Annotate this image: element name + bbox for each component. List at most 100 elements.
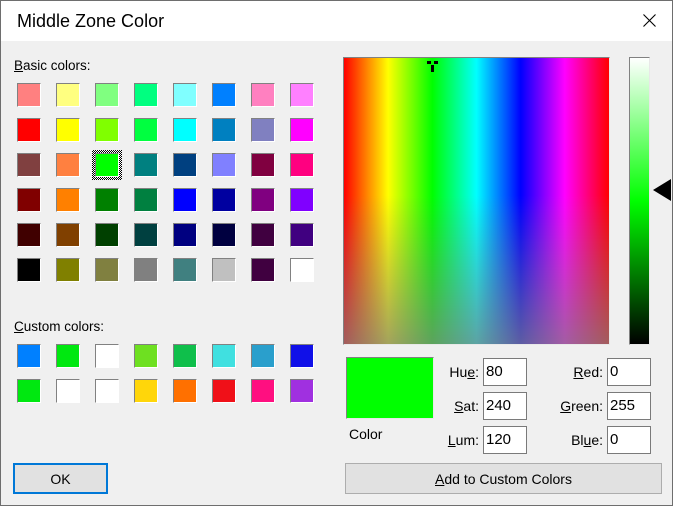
custom-colors-label-accel: C	[14, 319, 24, 334]
basic-color-swatch-2[interactable]	[92, 80, 122, 110]
green-input[interactable]: 255	[607, 392, 651, 420]
ok-button[interactable]: OK	[13, 463, 108, 494]
custom-color-swatch-7[interactable]	[287, 341, 317, 371]
hue-input[interactable]: 80	[483, 358, 527, 386]
basic-color-swatch-chip	[290, 188, 314, 212]
custom-colors-grid[interactable]	[14, 341, 317, 406]
basic-color-swatch-0[interactable]	[14, 80, 44, 110]
basic-color-swatch-36[interactable]	[170, 220, 200, 250]
custom-color-swatch-0[interactable]	[14, 341, 44, 371]
custom-color-swatch-2[interactable]	[92, 341, 122, 371]
basic-color-swatch-31[interactable]	[287, 185, 317, 215]
basic-color-swatch-10[interactable]	[92, 115, 122, 145]
basic-colors-grid[interactable]	[14, 80, 317, 285]
basic-color-swatch-chip	[251, 188, 275, 212]
custom-color-swatch-15[interactable]	[287, 376, 317, 406]
basic-color-swatch-chip	[17, 188, 41, 212]
basic-color-swatch-23[interactable]	[287, 150, 317, 180]
red-input[interactable]: 0	[607, 358, 651, 386]
basic-color-swatch-47[interactable]	[287, 255, 317, 285]
sat-input[interactable]: 240	[483, 392, 527, 420]
basic-color-swatch-3[interactable]	[131, 80, 161, 110]
basic-color-swatch-chip	[212, 118, 236, 142]
color-spectrum[interactable]	[343, 57, 610, 345]
basic-color-swatch-29[interactable]	[209, 185, 239, 215]
basic-color-swatch-40[interactable]	[14, 255, 44, 285]
custom-color-swatch-13[interactable]	[209, 376, 239, 406]
basic-color-swatch-21[interactable]	[209, 150, 239, 180]
custom-color-swatch-5[interactable]	[209, 341, 239, 371]
basic-color-swatch-8[interactable]	[14, 115, 44, 145]
basic-color-swatch-22[interactable]	[248, 150, 278, 180]
basic-color-swatch-7[interactable]	[287, 80, 317, 110]
custom-color-swatch-8[interactable]	[14, 376, 44, 406]
basic-color-swatch-chip	[251, 153, 275, 177]
basic-color-swatch-15[interactable]	[287, 115, 317, 145]
basic-color-swatch-chip	[17, 118, 41, 142]
basic-color-swatch-chip	[17, 258, 41, 282]
custom-color-swatch-6[interactable]	[248, 341, 278, 371]
basic-color-swatch-chip	[173, 153, 197, 177]
close-icon[interactable]	[626, 1, 672, 39]
basic-color-swatch-13[interactable]	[209, 115, 239, 145]
basic-color-swatch-33[interactable]	[53, 220, 83, 250]
custom-color-swatch-chip	[212, 379, 236, 403]
basic-color-swatch-35[interactable]	[131, 220, 161, 250]
basic-color-swatch-chip	[56, 83, 80, 107]
custom-color-swatch-11[interactable]	[131, 376, 161, 406]
basic-color-swatch-26[interactable]	[92, 185, 122, 215]
sat-label: Sat:	[454, 398, 479, 414]
custom-color-swatch-4[interactable]	[170, 341, 200, 371]
add-to-custom-colors-button[interactable]: Add to Custom Colors	[345, 463, 662, 494]
custom-color-swatch-chip	[134, 344, 158, 368]
basic-color-swatch-39[interactable]	[287, 220, 317, 250]
green-field-row: Green: 255	[553, 392, 651, 420]
basic-color-swatch-45[interactable]	[209, 255, 239, 285]
blue-input[interactable]: 0	[607, 426, 651, 454]
basic-color-swatch-5[interactable]	[209, 80, 239, 110]
basic-color-swatch-9[interactable]	[53, 115, 83, 145]
basic-color-swatch-38[interactable]	[248, 220, 278, 250]
basic-color-swatch-37[interactable]	[209, 220, 239, 250]
basic-color-swatch-18[interactable]	[92, 150, 122, 180]
basic-color-swatch-16[interactable]	[14, 150, 44, 180]
basic-color-swatch-4[interactable]	[170, 80, 200, 110]
luminance-slider[interactable]	[629, 57, 650, 345]
basic-color-swatch-42[interactable]	[92, 255, 122, 285]
basic-color-swatch-43[interactable]	[131, 255, 161, 285]
basic-color-swatch-41[interactable]	[53, 255, 83, 285]
lum-input[interactable]: 120	[483, 426, 527, 454]
basic-color-swatch-44[interactable]	[170, 255, 200, 285]
custom-color-swatch-9[interactable]	[53, 376, 83, 406]
basic-color-swatch-25[interactable]	[53, 185, 83, 215]
basic-color-swatch-20[interactable]	[170, 150, 200, 180]
custom-color-swatch-chip	[290, 344, 314, 368]
custom-color-swatch-chip	[173, 344, 197, 368]
luminance-slider-thumb-icon[interactable]	[653, 179, 671, 201]
dialog-title: Middle Zone Color	[17, 11, 165, 31]
custom-color-swatch-3[interactable]	[131, 341, 161, 371]
basic-colors-label: Basic colors:	[14, 58, 91, 73]
custom-color-swatch-1[interactable]	[53, 341, 83, 371]
basic-color-swatch-28[interactable]	[170, 185, 200, 215]
basic-color-swatch-chip	[212, 258, 236, 282]
basic-color-swatch-24[interactable]	[14, 185, 44, 215]
basic-color-swatch-17[interactable]	[53, 150, 83, 180]
basic-color-swatch-1[interactable]	[53, 80, 83, 110]
custom-color-swatch-chip	[17, 344, 41, 368]
basic-color-swatch-6[interactable]	[248, 80, 278, 110]
basic-color-swatch-30[interactable]	[248, 185, 278, 215]
basic-color-swatch-46[interactable]	[248, 255, 278, 285]
basic-color-swatch-34[interactable]	[92, 220, 122, 250]
color-dialog-window: Middle Zone Color Basic colors: Custom c…	[0, 0, 673, 506]
basic-color-swatch-19[interactable]	[131, 150, 161, 180]
basic-color-swatch-27[interactable]	[131, 185, 161, 215]
current-color-label: Color	[349, 426, 383, 442]
custom-color-swatch-12[interactable]	[170, 376, 200, 406]
basic-color-swatch-32[interactable]	[14, 220, 44, 250]
basic-color-swatch-14[interactable]	[248, 115, 278, 145]
custom-color-swatch-10[interactable]	[92, 376, 122, 406]
basic-color-swatch-12[interactable]	[170, 115, 200, 145]
basic-color-swatch-11[interactable]	[131, 115, 161, 145]
custom-color-swatch-14[interactable]	[248, 376, 278, 406]
